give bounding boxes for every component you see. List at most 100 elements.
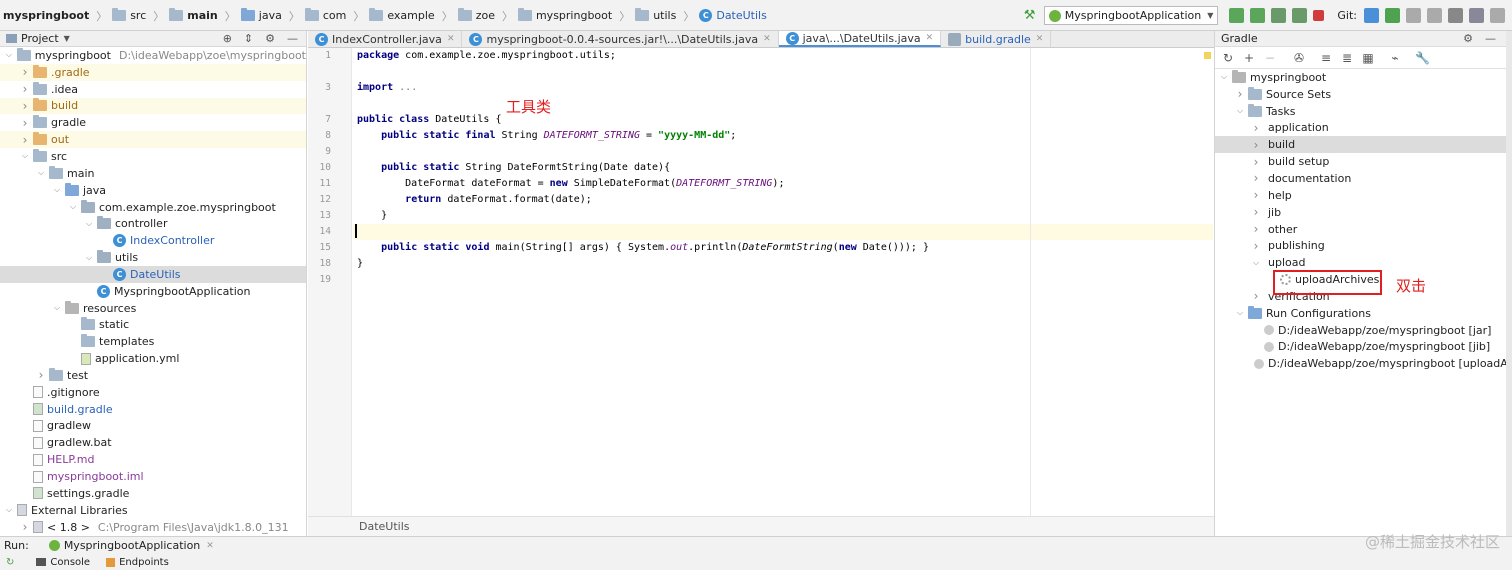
tree-item[interactable]: ⌵ Tasks [1215,103,1506,120]
tree-item[interactable]: ⌵ upload [1215,254,1506,271]
expand-arrow-icon[interactable]: ⌵ [1235,308,1245,318]
expand-all-icon[interactable]: ≡ [1319,51,1333,65]
expand-arrow-icon[interactable]: ⌵ [1219,72,1229,82]
debug-icon[interactable] [1250,8,1266,23]
dependencies-icon[interactable]: ▦ [1361,51,1375,65]
tree-item[interactable]: › documentation [1215,170,1506,187]
expand-arrow-icon[interactable]: ⌵ [4,505,14,515]
tree-item[interactable]: › .idea [0,81,306,98]
collapse-arrow-icon[interactable]: › [1251,222,1261,236]
editor-breadcrumb[interactable]: DateUtils [308,516,1214,536]
run-config-tab[interactable]: MyspringbootApplication [64,539,200,552]
refresh-icon[interactable]: ↻ [1221,51,1235,65]
breadcrumb-item[interactable]: java [240,8,282,22]
tree-item[interactable]: › gradle [0,114,306,131]
tree-item[interactable]: settings.gradle [0,485,306,502]
wrench-icon[interactable]: 🔧 [1415,51,1430,65]
breadcrumb-item[interactable]: com [304,8,346,22]
breadcrumb-item[interactable]: myspringboot [517,8,612,22]
tree-item[interactable]: › build [1215,136,1506,154]
tree-item[interactable]: ⌵ src [0,148,306,165]
collapse-arrow-icon[interactable]: › [36,368,46,382]
tree-item[interactable]: › test [0,367,306,384]
git-update-icon[interactable] [1364,8,1379,23]
tree-item[interactable]: › build [0,97,306,115]
tree-item[interactable]: › application [1215,120,1506,137]
coverage-icon[interactable] [1271,8,1287,23]
tree-item[interactable]: › Source Sets [1215,86,1506,103]
collapse-arrow-icon[interactable]: › [20,116,30,130]
locate-icon[interactable]: ⊕ [223,32,232,45]
collapse-icon[interactable]: ⇕ [244,32,253,45]
remove-icon[interactable]: − [1263,51,1277,65]
profile-icon[interactable] [1292,8,1308,23]
collapse-arrow-icon[interactable]: › [20,65,30,79]
collapse-arrow-icon[interactable]: › [20,520,30,534]
tree-item[interactable]: › other [1215,221,1506,238]
editor-tab[interactable]: Cmyspringboot-0.0.4-sources.jar!\...\Dat… [462,31,779,47]
tree-item[interactable]: HELP.md [0,451,306,468]
close-icon[interactable]: ✕ [447,34,455,44]
collapse-arrow-icon[interactable]: › [20,99,30,113]
breadcrumb-item[interactable]: zoe [457,8,495,22]
stop-icon[interactable] [1313,10,1325,21]
tree-item[interactable]: ⌵ External Libraries [0,502,306,519]
tree-item[interactable]: › jib [1215,204,1506,221]
close-icon[interactable]: ✕ [206,541,214,551]
expand-arrow-icon[interactable]: ⌵ [4,50,14,60]
rerun-icon[interactable]: ↻ [6,557,14,568]
editor-tab[interactable]: C IndexController.java ✕ [308,31,463,47]
git-push-icon[interactable] [1406,8,1421,23]
expand-arrow-icon[interactable]: ⌵ [68,202,78,212]
expand-arrow-icon[interactable]: ⌵ [1235,106,1245,116]
close-icon[interactable]: ✕ [1036,34,1044,44]
collapse-arrow-icon[interactable]: › [1251,239,1261,253]
collapse-arrow-icon[interactable]: › [1251,121,1261,135]
execute-task-icon[interactable]: ✇ [1292,51,1306,65]
console-tab[interactable]: Console [50,557,90,568]
gear-icon[interactable]: ⚙ [1463,32,1473,45]
tree-item[interactable]: › build setup [1215,153,1506,170]
expand-arrow-icon[interactable]: ⌵ [1251,258,1261,268]
code-view[interactable]: package com.example.zoe.myspringboot.uti… [353,48,1213,518]
collapse-arrow-icon[interactable]: › [1251,138,1261,152]
tree-item[interactable]: static [0,317,306,334]
tree-item[interactable]: gradlew.bat [0,434,306,451]
build-hammer-icon[interactable]: ⚒ [1024,8,1038,23]
tree-item[interactable]: ⌵ utils [0,249,306,266]
tree-item[interactable]: D:/ideaWebapp/zoe/myspringboot [jar] [1215,322,1506,339]
tree-item[interactable]: › help [1215,187,1506,204]
collapse-arrow-icon[interactable]: › [1251,155,1261,169]
breadcrumb-item[interactable]: src [112,8,146,22]
tree-item[interactable]: gradlew [0,418,306,435]
tree-item[interactable]: ⌵ main [0,165,306,182]
collapse-arrow-icon[interactable]: › [1235,87,1245,101]
tree-item[interactable]: ⌵ myspringboot [1215,69,1506,86]
tree-item[interactable]: ⌵ java [0,182,306,199]
tree-item[interactable]: ⌵ resources [0,300,306,317]
collapse-arrow-icon[interactable]: › [1251,289,1261,303]
expand-arrow-icon[interactable]: ⌵ [84,253,94,263]
breadcrumb-item[interactable]: main [169,8,218,22]
project-structure-icon[interactable] [1469,8,1484,23]
breadcrumb-item[interactable]: example [369,8,435,22]
tree-item[interactable]: C MyspringbootApplication [0,283,306,300]
breadcrumb-item[interactable]: C DateUtils [699,9,767,22]
rollback-icon[interactable] [1448,8,1463,23]
editor-tab[interactable]: build.gradle ✕ [941,31,1052,47]
tree-item[interactable]: application.yml [0,350,306,367]
tree-item[interactable]: .gitignore [0,384,306,401]
breadcrumb-item[interactable]: utils [635,8,676,22]
history-icon[interactable] [1427,8,1442,23]
chevron-down-icon[interactable]: ▼ [64,34,70,43]
expand-arrow-icon[interactable]: ⌵ [20,151,30,161]
collapse-all-icon[interactable]: ≣ [1340,51,1354,65]
run-config-select[interactable]: MyspringbootApplication ▼ [1043,6,1219,25]
close-icon[interactable]: ✕ [926,33,934,43]
expand-arrow-icon[interactable]: ⌵ [52,303,62,313]
collapse-arrow-icon[interactable]: › [1251,205,1261,219]
collapse-arrow-icon[interactable]: › [20,82,30,96]
tree-item[interactable]: › publishing [1215,237,1506,254]
offline-mode-icon[interactable]: ⌁ [1388,51,1402,65]
tree-item[interactable]: D:/ideaWebapp/zoe/myspringboot [uploadAr… [1215,355,1512,372]
